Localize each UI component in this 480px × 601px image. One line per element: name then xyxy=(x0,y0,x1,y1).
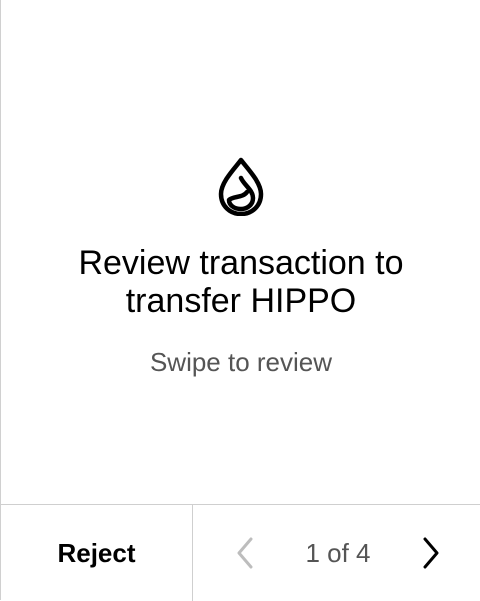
page-indicator: 1 of 4 xyxy=(305,537,371,568)
chevron-right-icon xyxy=(423,537,439,569)
chevron-left-icon xyxy=(237,537,253,569)
swipe-hint: Swipe to review xyxy=(149,347,333,377)
main-content: Review transaction to transfer HIPPO Swi… xyxy=(1,0,480,504)
review-screen: Review transaction to transfer HIPPO Swi… xyxy=(0,0,480,601)
water-drop-icon xyxy=(218,157,264,216)
prev-page-button[interactable] xyxy=(231,533,259,573)
next-page-button[interactable] xyxy=(417,533,445,573)
pager: 1 of 4 xyxy=(193,505,480,601)
page-title: Review transaction to transfer HIPPO xyxy=(78,244,404,320)
reject-button[interactable]: Reject xyxy=(1,505,193,601)
footer-bar: Reject 1 of 4 xyxy=(1,504,480,601)
